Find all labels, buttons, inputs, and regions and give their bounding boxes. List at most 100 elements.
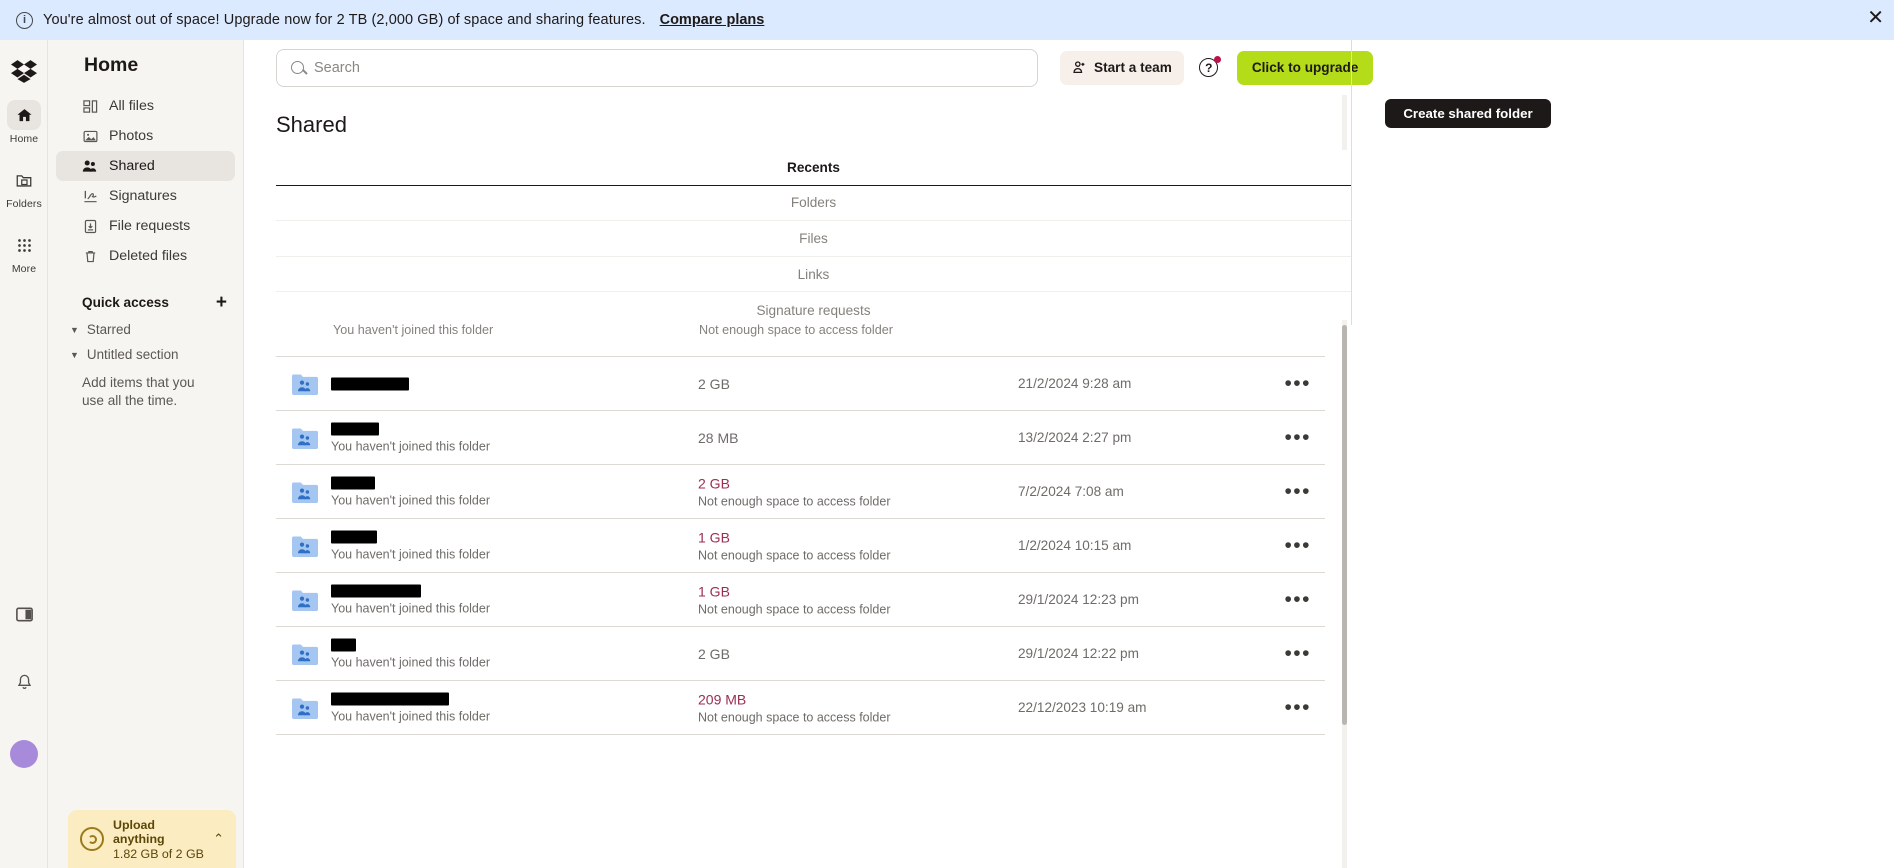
tab-label-recents: Recents bbox=[787, 159, 840, 175]
quick-access-section-untitled[interactable]: ▼ Untitled section bbox=[70, 347, 243, 362]
chevron-up-icon[interactable]: ⌃ bbox=[213, 831, 224, 847]
upload-widget-title: Upload anything bbox=[113, 817, 165, 846]
shared-folder-icon bbox=[292, 373, 318, 395]
row-date: 1/2/2024 10:15 am bbox=[1018, 538, 1132, 553]
close-icon[interactable]: ✕ bbox=[1867, 8, 1884, 28]
tab-links[interactable]: Links bbox=[276, 257, 1351, 293]
scrollbar-thumb[interactable] bbox=[1342, 325, 1347, 725]
dropbox-logo[interactable] bbox=[11, 58, 37, 84]
row-overflow-menu-icon[interactable]: ••• bbox=[1284, 427, 1311, 448]
start-a-team-button[interactable]: Start a team bbox=[1060, 50, 1184, 85]
avatar[interactable] bbox=[0, 740, 48, 768]
sidebar-item-photos[interactable]: Photos bbox=[56, 121, 235, 151]
row-date: 7/2/2024 7:08 am bbox=[1018, 484, 1124, 499]
redacted-folder-name bbox=[331, 377, 409, 390]
row-size-cell: 2 GB bbox=[698, 376, 730, 392]
trash-icon bbox=[82, 248, 98, 264]
bell-icon[interactable] bbox=[0, 673, 48, 692]
row-overflow-menu-icon[interactable]: ••• bbox=[1284, 643, 1311, 664]
rail-item-home[interactable]: Home bbox=[0, 100, 48, 145]
row-size: 2 GB bbox=[698, 375, 730, 392]
row-join-status: You haven't joined this folder bbox=[331, 547, 490, 561]
tab-list-panel: Recents Folders Files Links Signature re… bbox=[276, 150, 1351, 320]
sidebar-item-file-requests[interactable]: File requests bbox=[56, 211, 235, 241]
search-icon bbox=[291, 61, 304, 74]
row-overflow-menu-icon[interactable]: ••• bbox=[1284, 589, 1311, 610]
top-header: Start a team ? Click to upgrade bbox=[245, 40, 1894, 95]
table-row[interactable]: 2 GB 21/2/2024 9:28 am ••• bbox=[276, 357, 1325, 411]
sidebar-label-shared: Shared bbox=[109, 158, 155, 174]
row-size: 209 MB bbox=[698, 691, 747, 707]
rail-label-home: Home bbox=[9, 133, 39, 145]
row-name-cell: You haven't joined this folder bbox=[331, 584, 490, 615]
row-size-cell: 2 GB Not enough space to access folder bbox=[698, 475, 890, 508]
tab-label-files: Files bbox=[799, 230, 828, 246]
row-overflow-menu-icon[interactable]: ••• bbox=[1284, 481, 1311, 502]
click-to-upgrade-button[interactable]: Click to upgrade bbox=[1236, 50, 1374, 85]
sidebar-label-signatures: Signatures bbox=[109, 188, 177, 204]
upload-widget[interactable]: Upload anything 1.82 GB of 2 GB ⌃ bbox=[68, 810, 236, 868]
help-button[interactable]: ? bbox=[1198, 55, 1221, 79]
search-input[interactable] bbox=[314, 59, 1023, 76]
tab-label-folders: Folders bbox=[790, 195, 837, 211]
row-date: 13/2/2024 2:27 pm bbox=[1018, 430, 1132, 445]
tab-signature-requests[interactable]: Signature requests bbox=[276, 292, 1351, 320]
sidebar-item-shared[interactable]: Shared bbox=[56, 151, 235, 181]
tab-recents[interactable]: Recents bbox=[276, 150, 1351, 186]
rail-item-folders[interactable]: Folders bbox=[0, 165, 48, 210]
row-size-cell: 1 GB Not enough space to access folder bbox=[698, 529, 890, 562]
row-date: 29/1/2024 12:23 pm bbox=[1018, 592, 1139, 607]
sidebar-item-signatures[interactable]: Signatures bbox=[56, 181, 235, 211]
grid-dots-icon bbox=[7, 230, 41, 260]
row-name-cell: You haven't joined this folder bbox=[331, 638, 490, 669]
storage-banner: i You're almost out of space! Upgrade no… bbox=[0, 0, 1894, 40]
row-space-warning: Not enough space to access folder bbox=[698, 548, 891, 562]
sidebar-item-deleted-files[interactable]: Deleted files bbox=[56, 241, 235, 271]
rail-item-more[interactable]: More bbox=[0, 230, 48, 275]
row-date: 22/12/2023 10:19 am bbox=[1018, 700, 1147, 715]
shared-folder-icon bbox=[292, 643, 318, 665]
panel-divider bbox=[1351, 40, 1352, 325]
shared-folder-icon bbox=[292, 535, 318, 557]
table-row[interactable]: You haven't joined this folder 1 GB Not en… bbox=[276, 519, 1325, 573]
row-size-cell: 1 GB Not enough space to access folder bbox=[698, 583, 890, 616]
table-row[interactable]: You haven't joined this folder 2 GB 29/1/2… bbox=[276, 627, 1325, 681]
quick-access-section-starred[interactable]: ▼ Starred bbox=[70, 322, 243, 337]
row-overflow-menu-icon[interactable]: ••• bbox=[1284, 697, 1311, 718]
folder-icon bbox=[7, 165, 41, 195]
create-shared-folder-button[interactable]: Create shared folder bbox=[1385, 99, 1551, 128]
tab-files[interactable]: Files bbox=[276, 221, 1351, 257]
partial-row-note-text: Not enough space to access folder bbox=[699, 323, 893, 337]
partially-hidden-row[interactable]: You haven't joined this folder Not enoug… bbox=[276, 323, 1325, 357]
table-row[interactable]: You haven't joined this folder 209 MB Not … bbox=[276, 681, 1325, 735]
row-size-cell: 28 MB bbox=[698, 430, 738, 446]
chevron-down-icon: ▼ bbox=[70, 349, 79, 360]
main-content: Shared Recents Folders Files Links Signa… bbox=[245, 95, 1351, 868]
compare-plans-link[interactable]: Compare plans bbox=[660, 12, 765, 28]
table-row[interactable]: You haven't joined this folder 1 GB Not en… bbox=[276, 573, 1325, 627]
row-join-status: You haven't joined this folder bbox=[331, 709, 490, 723]
row-overflow-menu-icon[interactable]: ••• bbox=[1284, 535, 1311, 556]
shared-folder-icon bbox=[292, 481, 318, 503]
redacted-folder-name bbox=[331, 692, 449, 705]
row-overflow-menu-icon[interactable]: ••• bbox=[1284, 373, 1311, 394]
signature-icon bbox=[82, 188, 98, 204]
sidebar-item-all-files[interactable]: All files bbox=[56, 91, 235, 121]
table-row[interactable]: You haven't joined this folder 28 MB 13/2/… bbox=[276, 411, 1325, 465]
notification-dot bbox=[1213, 55, 1221, 63]
upload-widget-usage: 1.82 GB of 2 GB bbox=[113, 846, 204, 861]
search-box[interactable] bbox=[276, 48, 1038, 87]
sidebar-toggle-icon[interactable] bbox=[0, 605, 48, 624]
icon-rail: Home Folders More bbox=[0, 40, 48, 868]
tab-label-links: Links bbox=[797, 266, 830, 282]
add-quick-access-icon[interactable]: + bbox=[216, 293, 227, 312]
shared-icon bbox=[82, 158, 98, 174]
storage-progress-icon bbox=[80, 827, 104, 851]
chevron-down-icon: ▼ bbox=[70, 324, 79, 335]
sidebar-title: Home bbox=[84, 54, 139, 76]
partial-row-join-text: You haven't joined this folder bbox=[333, 323, 494, 337]
file-list: You haven't joined this folder Not enoug… bbox=[276, 323, 1325, 735]
shared-folder-icon bbox=[292, 697, 318, 719]
table-row[interactable]: You haven't joined this folder 2 GB Not en… bbox=[276, 465, 1325, 519]
tab-folders[interactable]: Folders bbox=[276, 186, 1351, 222]
